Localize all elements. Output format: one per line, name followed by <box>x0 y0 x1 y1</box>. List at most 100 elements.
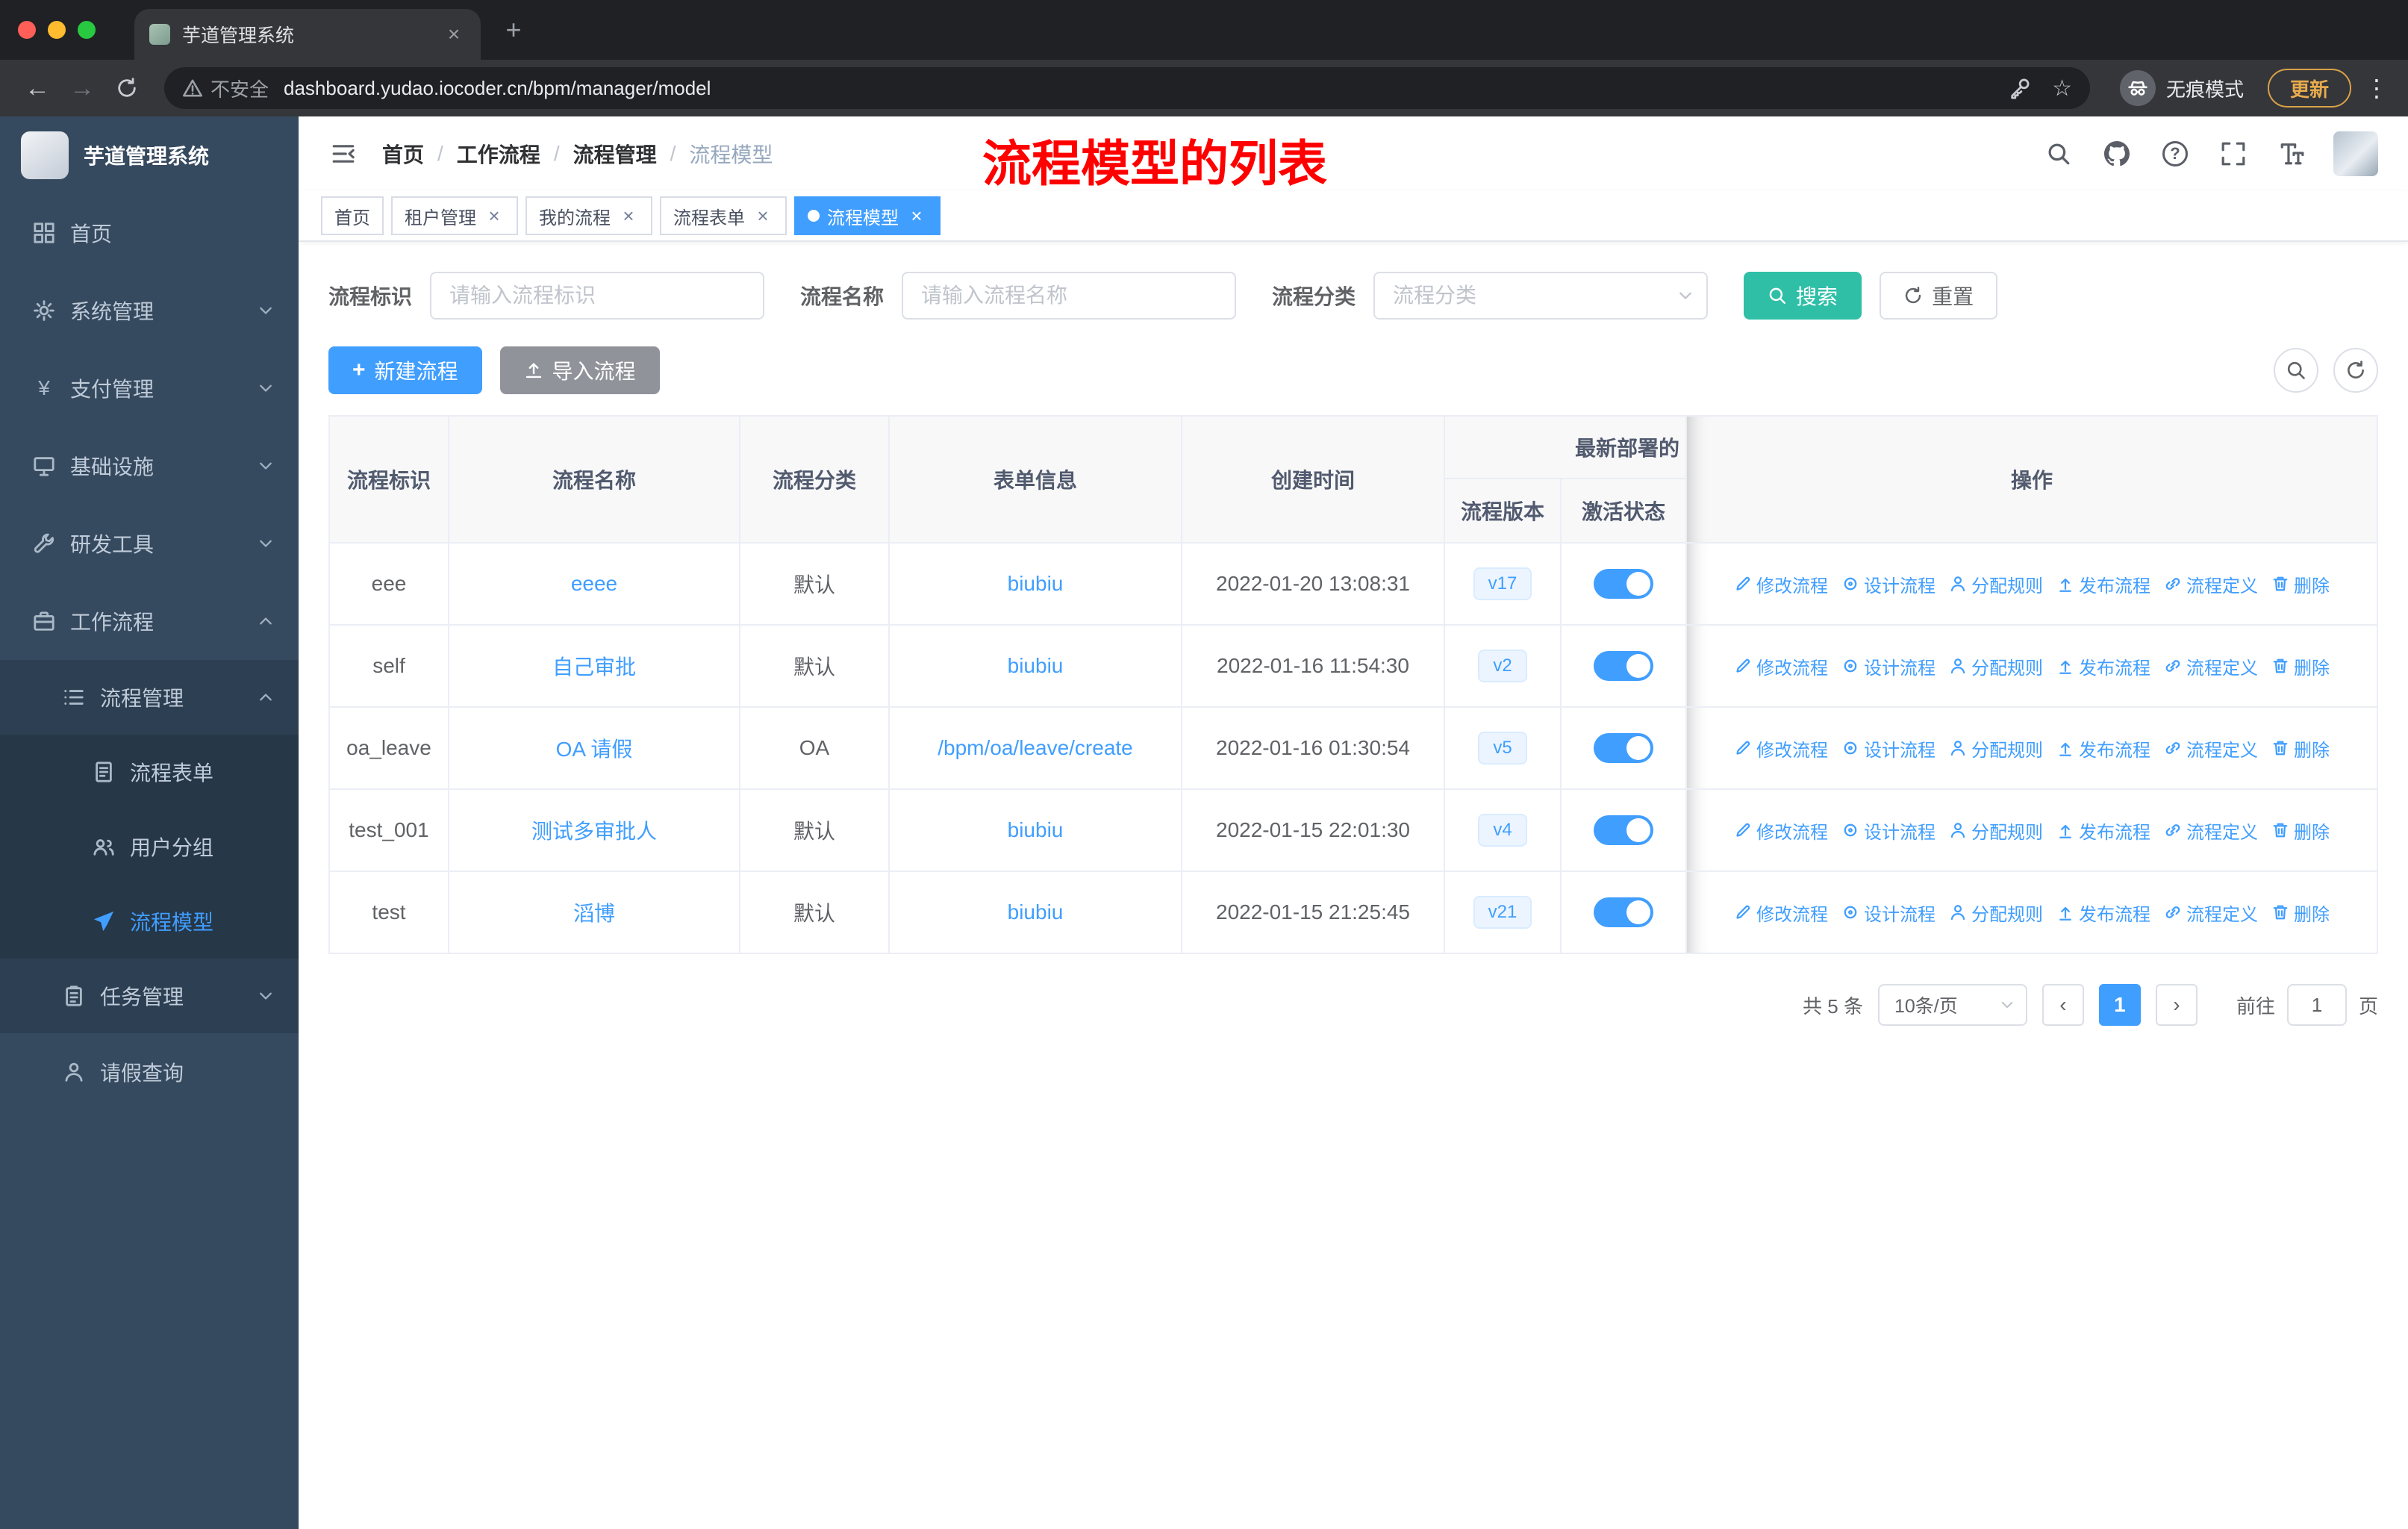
minimize-window-button[interactable] <box>48 21 66 39</box>
tab-close-icon[interactable]: × <box>442 22 466 46</box>
op-design-process[interactable]: 设计流程 <box>1841 653 1936 679</box>
sidebar-item-process-management[interactable]: 流程管理 <box>0 660 299 735</box>
op-edit-process[interactable]: 修改流程 <box>1734 735 1828 762</box>
new-tab-button[interactable]: + <box>493 9 534 51</box>
github-button[interactable] <box>2100 137 2133 170</box>
op-assign-rule[interactable]: 分配规则 <box>1949 735 2043 762</box>
op-process-definition[interactable]: 流程定义 <box>2164 735 2258 762</box>
sidebar-item-system[interactable]: 系统管理 <box>0 272 299 349</box>
tag-close-icon[interactable]: × <box>618 205 639 228</box>
tag-tenant[interactable]: 租户管理 × <box>391 196 518 235</box>
op-delete[interactable]: 删除 <box>2271 653 2330 679</box>
import-process-button[interactable]: 导入流程 <box>499 346 660 394</box>
op-process-definition[interactable]: 流程定义 <box>2164 818 2258 844</box>
process-name-link[interactable]: eeee <box>571 572 617 595</box>
security-chip[interactable]: 不安全 <box>182 75 269 102</box>
active-toggle[interactable] <box>1594 651 1653 681</box>
op-design-process[interactable]: 设计流程 <box>1841 735 1936 762</box>
next-page-button[interactable]: › <box>2155 984 2198 1026</box>
sidebar-item-leave-query[interactable]: 请假查询 <box>0 1033 299 1111</box>
sidebar-collapse-button[interactable] <box>319 130 367 178</box>
form-link[interactable]: /bpm/oa/leave/create <box>938 736 1133 759</box>
sidebar-item-devtools[interactable]: 研发工具 <box>0 505 299 582</box>
op-design-process[interactable]: 设计流程 <box>1841 818 1936 844</box>
sidebar-item-user-group[interactable]: 用户分组 <box>0 809 299 884</box>
op-publish-process[interactable]: 发布流程 <box>2056 653 2150 679</box>
search-submit-button[interactable]: 搜索 <box>1744 272 1862 320</box>
tag-process-form[interactable]: 流程表单 × <box>660 196 787 235</box>
breadcrumb-item[interactable]: 流程管理 <box>573 139 657 169</box>
op-edit-process[interactable]: 修改流程 <box>1734 900 1828 926</box>
op-publish-process[interactable]: 发布流程 <box>2056 900 2150 926</box>
op-assign-rule[interactable]: 分配规则 <box>1949 900 2043 926</box>
op-delete[interactable]: 删除 <box>2271 818 2330 844</box>
page-size-select[interactable]: 10条/页 <box>1877 984 2027 1026</box>
form-link[interactable]: biubiu <box>1008 900 1064 924</box>
fullscreen-button[interactable] <box>2217 137 2250 170</box>
tag-home[interactable]: 首页 <box>321 196 384 235</box>
form-link[interactable]: biubiu <box>1008 818 1064 841</box>
op-delete[interactable]: 删除 <box>2271 571 2330 597</box>
help-button[interactable]: ? <box>2159 137 2192 170</box>
tag-process-model[interactable]: 流程模型 × <box>794 196 941 235</box>
browser-update-button[interactable]: 更新 <box>2267 69 2351 108</box>
bookmark-star-icon[interactable]: ☆ <box>2052 75 2072 102</box>
prev-page-button[interactable]: ‹ <box>2042 984 2084 1026</box>
tag-close-icon[interactable]: × <box>906 205 927 228</box>
op-design-process[interactable]: 设计流程 <box>1841 900 1936 926</box>
op-edit-process[interactable]: 修改流程 <box>1734 571 1828 597</box>
tag-close-icon[interactable]: × <box>484 205 505 228</box>
process-name-link[interactable]: OA 请假 <box>556 738 633 761</box>
op-edit-process[interactable]: 修改流程 <box>1734 653 1828 679</box>
process-name-link[interactable]: 测试多审批人 <box>531 820 657 843</box>
op-process-definition[interactable]: 流程定义 <box>2164 571 2258 597</box>
back-button[interactable]: ← <box>15 66 60 110</box>
active-toggle[interactable] <box>1594 815 1653 845</box>
op-edit-process[interactable]: 修改流程 <box>1734 818 1828 844</box>
op-publish-process[interactable]: 发布流程 <box>2056 735 2150 762</box>
page-number-current[interactable]: 1 <box>2098 984 2141 1026</box>
op-process-definition[interactable]: 流程定义 <box>2164 900 2258 926</box>
browser-menu-icon[interactable]: ⋮ <box>2360 74 2393 102</box>
op-design-process[interactable]: 设计流程 <box>1841 571 1936 597</box>
browser-tab[interactable]: 芋道管理系统 × <box>134 9 481 60</box>
tag-close-icon[interactable]: × <box>752 205 773 228</box>
close-window-button[interactable] <box>18 21 36 39</box>
sidebar-item-payment[interactable]: ¥ 支付管理 <box>0 349 299 427</box>
op-delete[interactable]: 删除 <box>2271 735 2330 762</box>
op-delete[interactable]: 删除 <box>2271 900 2330 926</box>
create-process-button[interactable]: + 新建流程 <box>328 346 482 394</box>
forward-button[interactable]: → <box>60 66 105 110</box>
form-link[interactable]: biubiu <box>1008 654 1064 677</box>
goto-page-input[interactable] <box>2286 984 2347 1026</box>
process-id-input[interactable] <box>430 272 765 320</box>
op-process-definition[interactable]: 流程定义 <box>2164 653 2258 679</box>
sidebar-item-workflow[interactable]: 工作流程 <box>0 582 299 660</box>
op-assign-rule[interactable]: 分配规则 <box>1949 571 2043 597</box>
toggle-search-button[interactable] <box>2274 348 2318 393</box>
sidebar-item-home[interactable]: 首页 <box>0 194 299 272</box>
breadcrumb-item[interactable]: 首页 <box>382 139 424 169</box>
op-publish-process[interactable]: 发布流程 <box>2056 818 2150 844</box>
process-name-input[interactable] <box>902 272 1237 320</box>
process-name-link[interactable]: 滔博 <box>573 902 615 925</box>
active-toggle[interactable] <box>1594 569 1653 599</box>
sidebar-item-process-model[interactable]: 流程模型 <box>0 884 299 959</box>
sidebar-item-infrastructure[interactable]: 基础设施 <box>0 427 299 505</box>
process-name-link[interactable]: 自己审批 <box>552 655 636 679</box>
sidebar-item-process-form[interactable]: 流程表单 <box>0 735 299 809</box>
category-select[interactable] <box>1373 272 1709 320</box>
breadcrumb-item[interactable]: 工作流程 <box>457 139 540 169</box>
search-button[interactable] <box>2042 137 2075 170</box>
op-publish-process[interactable]: 发布流程 <box>2056 571 2150 597</box>
user-avatar[interactable] <box>2333 131 2378 176</box>
zoom-window-button[interactable] <box>78 21 96 39</box>
password-key-icon[interactable] <box>2009 77 2031 99</box>
reload-button[interactable] <box>105 66 149 110</box>
active-toggle[interactable] <box>1594 733 1653 763</box>
tag-my-process[interactable]: 我的流程 × <box>525 196 652 235</box>
op-assign-rule[interactable]: 分配规则 <box>1949 653 2043 679</box>
refresh-table-button[interactable] <box>2333 348 2378 393</box>
sidebar-item-task-management[interactable]: 任务管理 <box>0 959 299 1033</box>
active-toggle[interactable] <box>1594 897 1653 927</box>
